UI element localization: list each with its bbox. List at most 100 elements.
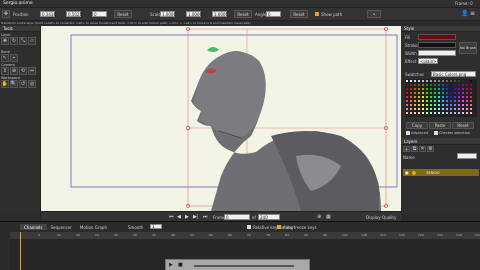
tools-panel: Tools Layer Bone Camera Workspace ✥ ↻ ⤡ … [0, 26, 41, 215]
reset-position-button[interactable]: Reset [114, 10, 132, 18]
width-field[interactable] [418, 50, 456, 56]
roll-camera-tool-icon[interactable]: ⟲ [19, 67, 27, 75]
canvas-artwork [70, 27, 398, 211]
position-label: Position [13, 12, 29, 17]
timeline-tick-label: 42 [152, 233, 156, 237]
angle-label: Angle [255, 12, 267, 17]
timeline-tick-label: 102 [342, 233, 348, 237]
timeline-tick-label: 90 [304, 233, 308, 237]
effect-select[interactable]: <plain> [418, 58, 438, 64]
smooth-select[interactable]: Smooth [128, 225, 143, 230]
color-palette[interactable] [405, 79, 477, 117]
timeline-ruler[interactable]: 6 12 18 24 30 36 42 48 54 60 66 72 78 84 90 96 102 108 114… [10, 232, 480, 239]
swatches-select[interactable]: Basic Colors.png [431, 71, 476, 77]
frame-readout: Frame: 0 [455, 1, 473, 6]
first-frame-icon[interactable]: ⏮ [169, 214, 174, 220]
select-bone-tool-icon[interactable]: ↖ [1, 54, 9, 62]
camera-tool-grid: ⇕ ⊕ ⟲ ⇔ [1, 67, 36, 75]
play-icon[interactable]: ▶ [185, 214, 189, 220]
no-brush-button[interactable]: No Brush [459, 42, 477, 54]
auto-freeze-checkbox[interactable] [277, 225, 281, 229]
bone-constraint-tool-icon[interactable]: ⌁ [10, 54, 18, 62]
style-panel-header: Style [401, 26, 480, 32]
layer-tool-grid: ✥ ↻ ⤡ ▱ [1, 37, 41, 45]
playhead[interactable] [20, 232, 21, 270]
layers-panel: Layers ＋ ⧉ ✕ ⚙ Name ▣ ⬤ SERGIO [401, 138, 480, 215]
timeline-tick-label: 144 [475, 233, 480, 237]
fill-label: Fill [405, 35, 411, 40]
bone-tool-grid: ↖ ⌁ [1, 54, 18, 62]
position-x-field[interactable]: 0.3438 [40, 11, 56, 17]
transform-layer-tool-icon[interactable]: ✥ [1, 37, 9, 45]
zoom-workspace-tool-icon[interactable]: 🔍 [10, 80, 18, 88]
layer-filter-field[interactable] [457, 153, 477, 159]
copy-button[interactable]: Copy [406, 122, 428, 129]
position-z-field[interactable]: 0 [92, 11, 107, 17]
track-camera-tool-icon[interactable]: ⇕ [1, 67, 9, 75]
advanced-label: Advanced [411, 131, 429, 135]
position-y-field[interactable]: 0.5025 [66, 11, 82, 17]
layer-settings-icon[interactable]: ⚙ [427, 146, 434, 152]
layer-row[interactable]: ▣ ⬤ SERGIO [403, 169, 479, 176]
layer-visibility-icon[interactable]: ▣ [405, 170, 409, 175]
canvas-area[interactable] [41, 26, 401, 211]
tab-motion-graph[interactable]: Motion Graph [76, 224, 111, 230]
tool-options-button[interactable]: ≡ [367, 10, 381, 18]
next-frame-icon[interactable]: ▶| [193, 214, 199, 220]
tab-channels[interactable]: Channels [20, 224, 47, 230]
fill-color-swatch[interactable] [418, 34, 456, 40]
stroke-color-swatch[interactable] [418, 42, 456, 48]
last-frame-icon[interactable]: ⏭ [203, 214, 208, 220]
angle-field[interactable]: 0 [266, 11, 281, 17]
interpolation-field[interactable]: 1 [150, 224, 162, 229]
media-stop-icon[interactable]: ■ [178, 262, 183, 268]
prev-frame-icon[interactable]: ◀ [177, 214, 181, 220]
new-layer-icon[interactable]: ＋ [403, 146, 410, 153]
playback-bar: ⏮ ◀ ▶ ▶| ⏭ Frame 0 of 240 ⊕ ▦ Display Qu… [41, 211, 401, 221]
character-eye [206, 68, 216, 74]
pan-workspace-tool-icon[interactable]: ✋ [1, 80, 9, 88]
of-label: of [252, 215, 256, 220]
shear-layer-tool-icon[interactable]: ▱ [28, 37, 36, 45]
timeline-tick-label: 12 [57, 233, 61, 237]
relative-keyframing-checkbox[interactable] [247, 225, 251, 229]
palette-swatch[interactable] [469, 111, 473, 115]
transform-layer-icon[interactable]: ✥ [2, 10, 10, 18]
checker-checkbox[interactable] [434, 131, 438, 135]
timeline-tick-label: 72 [247, 233, 251, 237]
scale-layer-tool-icon[interactable]: ⤡ [19, 37, 27, 45]
forehead-gem [207, 47, 219, 52]
scale-x-field[interactable]: 1.0000 [160, 11, 176, 17]
display-quality-label[interactable]: Display Quality [366, 215, 396, 220]
duplicate-layer-icon[interactable]: ⧉ [411, 146, 418, 152]
pan-camera-tool-icon[interactable]: ⇔ [28, 67, 36, 75]
scale-y-field[interactable]: 1.0000 [186, 11, 202, 17]
reset-style-button[interactable]: Reset [452, 122, 474, 129]
zoom-icon[interactable]: ⊕ [317, 214, 321, 220]
rotate-layer-tool-icon[interactable]: ↻ [10, 37, 18, 45]
reset-angle-button[interactable]: Reset [290, 10, 308, 18]
menu-icon[interactable]: ≡ [470, 10, 477, 17]
frame-field[interactable]: 0 [224, 214, 250, 220]
rotate-workspace-tool-icon[interactable]: ↺ [19, 80, 27, 88]
user-icon[interactable]: 👤 [461, 10, 468, 17]
reset-scale-button[interactable]: Reset [234, 10, 252, 18]
scale-z-field[interactable]: 1.0000 [212, 11, 228, 17]
grid-icon[interactable]: ▦ [326, 214, 331, 220]
auto-freeze-label: Auto-freeze keys [283, 225, 317, 230]
swatches-label: Swatches [405, 72, 425, 77]
media-progress[interactable] [194, 265, 294, 267]
timeline-tick-label: 126 [418, 233, 424, 237]
delete-layer-icon[interactable]: ✕ [419, 146, 426, 152]
media-play-icon[interactable]: ▶ [169, 262, 173, 268]
tab-sequencer[interactable]: Sequencer [47, 224, 76, 230]
orbit-workspace-tool-icon[interactable]: ◎ [28, 80, 36, 88]
show-path-checkbox[interactable] [314, 11, 320, 17]
advanced-checkbox[interactable] [406, 131, 410, 135]
end-frame-field[interactable]: 240 [258, 214, 280, 220]
timeline-tick-label: 6 [38, 233, 40, 237]
zoom-camera-tool-icon[interactable]: ⊕ [10, 67, 18, 75]
style-title: Style [404, 26, 415, 31]
title-bar: Sergio.anime [0, 0, 480, 8]
paste-button[interactable]: Paste [429, 122, 451, 129]
